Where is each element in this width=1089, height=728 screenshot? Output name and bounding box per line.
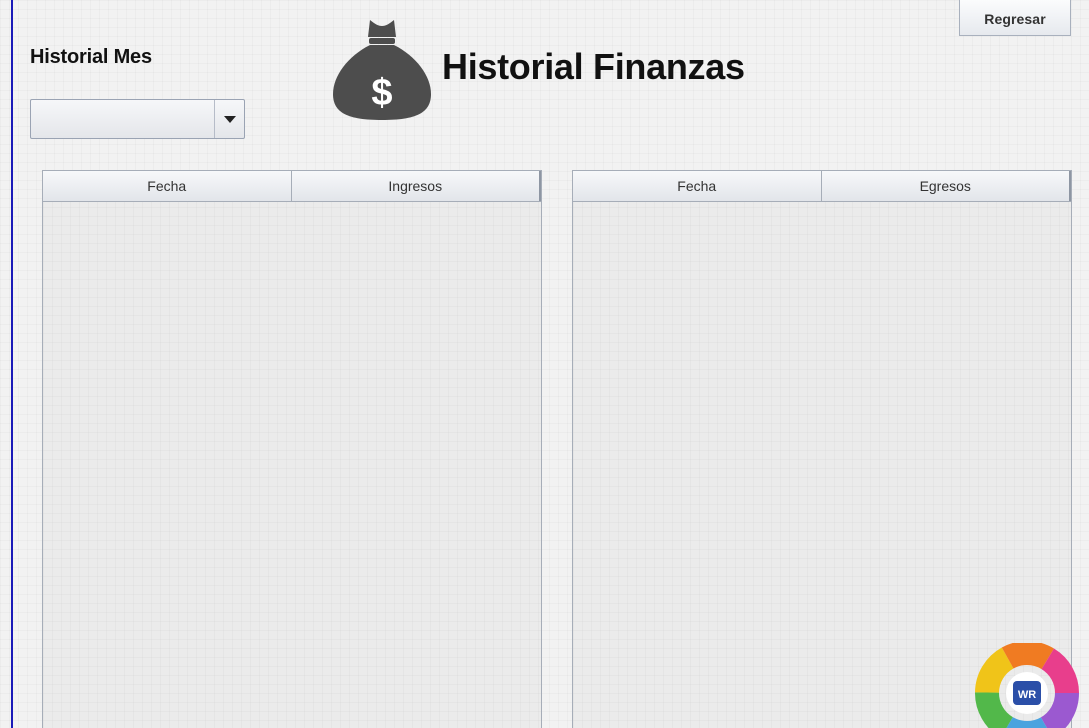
month-select[interactable] [30,99,245,139]
money-bag-icon: $ [333,20,431,120]
income-table[interactable]: Fecha Ingresos [42,170,542,728]
expense-date-column-header[interactable]: Fecha [573,171,822,201]
month-select-value [31,100,221,138]
back-button[interactable]: Regresar [959,0,1071,36]
chevron-down-icon [223,115,236,123]
income-table-header: Fecha Ingresos [43,171,541,202]
income-date-column-header[interactable]: Fecha [43,171,292,201]
expense-amount-column-header[interactable]: Egresos [822,171,1071,201]
finance-history-window: Historial Mes $ Historial Finanzas Regre… [0,0,1089,728]
page-title: Historial Finanzas [442,46,745,87]
expense-table-header: Fecha Egresos [573,171,1071,202]
month-select-arrow-button[interactable] [214,100,244,138]
svg-text:$: $ [371,72,392,114]
logo-text: WR [1018,689,1036,701]
month-history-label: Historial Mes [30,46,152,68]
income-amount-column-header[interactable]: Ingresos [292,171,541,201]
colorful-ring-logo: WR [975,643,1079,728]
window-left-border [11,0,13,728]
